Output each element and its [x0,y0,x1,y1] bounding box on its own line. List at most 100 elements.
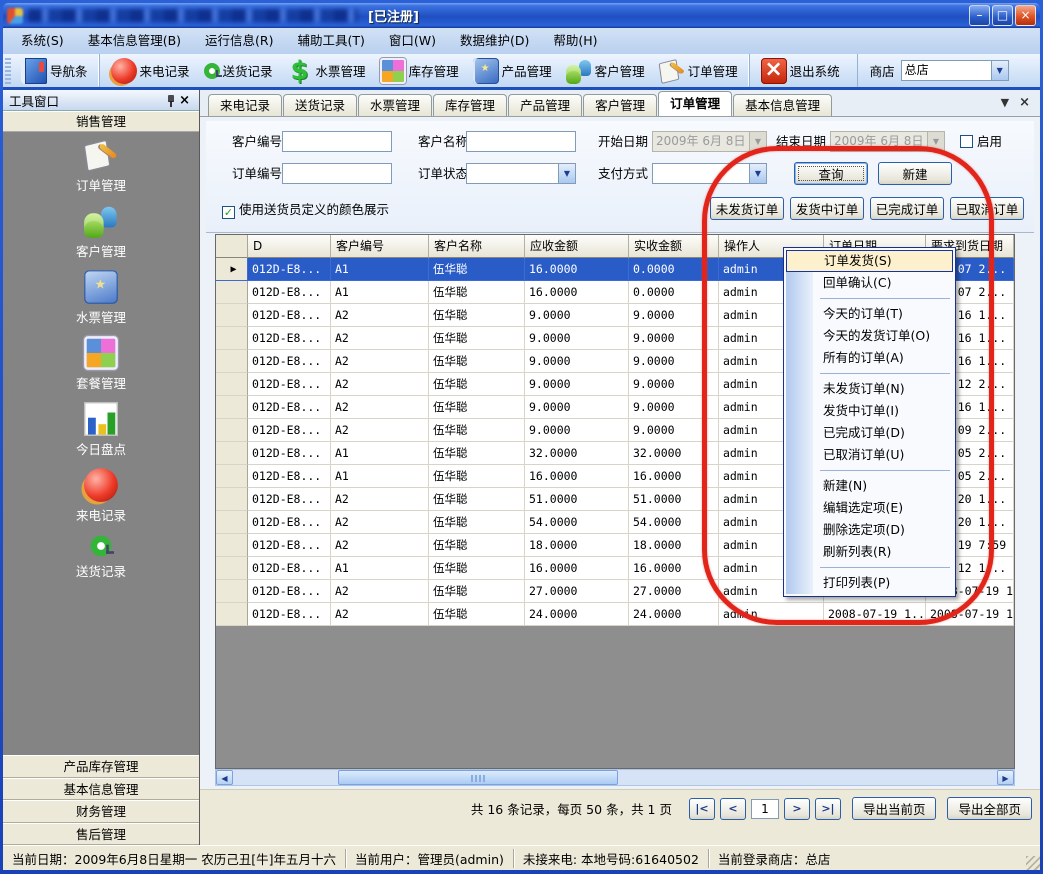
chevron-down-icon[interactable]: ▼ [558,164,575,183]
context-menu-item[interactable]: 刷新列表(R) [786,541,953,563]
tab[interactable]: 送货记录 [283,94,357,116]
last-page-button[interactable]: >| [815,798,841,820]
order-status-filter-button[interactable]: 发货中订单 [790,197,864,220]
column-header[interactable]: D [248,235,331,258]
new-button[interactable]: 新建 [878,162,952,185]
sidebar-item[interactable]: 今日盘点 [76,406,126,458]
context-menu-item[interactable]: 打印列表(P) [786,572,953,594]
sidebar-section-button[interactable]: 产品库存管理 [3,755,199,778]
customer-no-input[interactable] [282,131,392,152]
row-selector-cell[interactable] [216,373,248,396]
tab[interactable]: 客户管理 [583,94,657,116]
row-selector-cell[interactable] [216,603,248,626]
context-menu-item[interactable]: 已取消订单(U) [786,444,953,466]
row-selector-cell[interactable] [216,396,248,419]
menu-item[interactable]: 运行信息(R) [193,28,285,54]
shop-combo[interactable]: 总店 ▼ [901,60,1009,81]
row-selector-cell[interactable] [216,281,248,304]
column-header[interactable]: 应收金额 [525,235,629,258]
context-menu-item[interactable]: 今天的发货订单(O) [786,325,953,347]
table-row[interactable]: 012D-E8... A2 伍华聪 24.0000 24.0000 admin … [216,603,1014,626]
column-header[interactable]: 客户名称 [429,235,525,258]
chevron-down-icon[interactable]: ▼ [749,164,766,183]
row-selector-cell[interactable] [216,465,248,488]
row-selector-cell[interactable] [216,534,248,557]
tab[interactable]: 基本信息管理 [733,94,832,116]
sidebar-item[interactable]: 套餐管理 [76,340,126,392]
context-menu-item[interactable]: 删除选定项(D) [786,519,953,541]
context-menu-item[interactable]: 今天的订单(T) [786,303,953,325]
tab-close-icon[interactable]: × [1019,95,1030,110]
order-no-input[interactable] [282,163,392,184]
minimize-button[interactable]: – [969,5,990,26]
toolbar-button[interactable]: 来电记录 [99,54,197,87]
order-status-filter-button[interactable]: 已取消订单 [950,197,1024,220]
query-button[interactable]: 查询 [794,162,868,185]
order-status-filter-button[interactable]: 已完成订单 [870,197,944,220]
restore-button[interactable]: □ [992,5,1013,26]
tab-scroll-icon[interactable]: ▼ [1001,96,1009,109]
export-all-pages-button[interactable]: 导出全部页 [947,797,1032,820]
sidebar-section-button[interactable]: 售后管理 [3,823,199,846]
context-menu-item[interactable]: 所有的订单(A) [786,347,953,369]
toolbar-button[interactable]: 退出系统 [749,54,847,87]
row-selector-cell[interactable] [216,580,248,603]
context-menu-item[interactable]: 新建(N) [786,475,953,497]
context-menu-item[interactable]: 发货中订单(I) [786,400,953,422]
enable-checkbox[interactable] [960,135,973,148]
toolbar-button[interactable]: 导航条 [14,54,95,87]
tab[interactable]: 订单管理 [658,91,732,116]
chevron-down-icon[interactable]: ▼ [927,132,944,151]
pin-icon[interactable] [166,94,176,107]
sidebar-item[interactable]: 订单管理 [76,142,126,194]
tab[interactable]: 产品管理 [508,94,582,116]
row-selector-cell[interactable] [216,488,248,511]
chevron-down-icon[interactable]: ▼ [749,132,766,151]
row-selector-cell[interactable] [216,557,248,580]
sidebar-section-sales[interactable]: 销售管理 [3,111,199,132]
row-selector-cell[interactable] [216,350,248,373]
row-selector-cell[interactable] [216,419,248,442]
start-date-picker[interactable]: 2009年 6月 8日 ▼ [652,131,767,152]
delivery-color-checkbox[interactable]: ✓ [222,206,235,219]
toolbar-button[interactable]: 送货记录 [197,54,280,87]
toolbar-button[interactable]: 客户管理 [559,54,652,87]
sidebar-section-button[interactable]: 财务管理 [3,800,199,823]
end-date-picker[interactable]: 2009年 6月 8日 ▼ [830,131,945,152]
chevron-down-icon[interactable]: ▼ [991,61,1008,80]
row-selector-cell[interactable] [216,304,248,327]
toolbar-grip[interactable] [5,58,11,84]
menu-item[interactable]: 辅助工具(T) [286,28,377,54]
menu-item[interactable]: 帮助(H) [541,28,609,54]
scrollbar-track[interactable] [233,770,997,785]
toolbar-button[interactable]: 产品管理 [466,54,559,87]
order-status-combo[interactable]: ▼ [466,163,576,184]
sidebar-section-button[interactable]: 基本信息管理 [3,778,199,801]
menu-item[interactable]: 基本信息管理(B) [76,28,193,54]
column-header[interactable]: 实收金额 [629,235,719,258]
toolbar-button[interactable]: 订单管理 [652,54,745,87]
order-status-filter-button[interactable]: 未发货订单 [710,197,784,220]
next-page-button[interactable]: > [784,798,810,820]
column-header[interactable]: 客户编号 [331,235,429,258]
toolbar-button[interactable]: 库存管理 [373,54,466,87]
context-menu-item[interactable]: 已完成订单(D) [786,422,953,444]
scroll-left-icon[interactable]: ◀ [216,770,233,785]
first-page-button[interactable]: |< [689,798,715,820]
resize-grip[interactable] [1026,856,1040,870]
horizontal-scrollbar[interactable]: ◀ ▶ [215,769,1015,786]
pay-method-combo[interactable]: ▼ [652,163,767,184]
context-menu-item[interactable]: 编辑选定项(E) [786,497,953,519]
tab[interactable]: 水票管理 [358,94,432,116]
export-current-page-button[interactable]: 导出当前页 [852,797,937,820]
sidebar-item[interactable]: 客户管理 [76,208,126,260]
tab[interactable]: 来电记录 [208,94,282,116]
row-selector-cell[interactable] [216,327,248,350]
sidebar-item[interactable]: 水票管理 [76,274,126,326]
context-menu-item[interactable]: 订单发货(S) [786,250,953,272]
page-number-input[interactable] [751,799,779,819]
menu-item[interactable]: 窗口(W) [377,28,448,54]
tab[interactable]: 库存管理 [433,94,507,116]
close-button[interactable]: × [1015,5,1036,26]
menu-item[interactable]: 系统(S) [9,28,76,54]
